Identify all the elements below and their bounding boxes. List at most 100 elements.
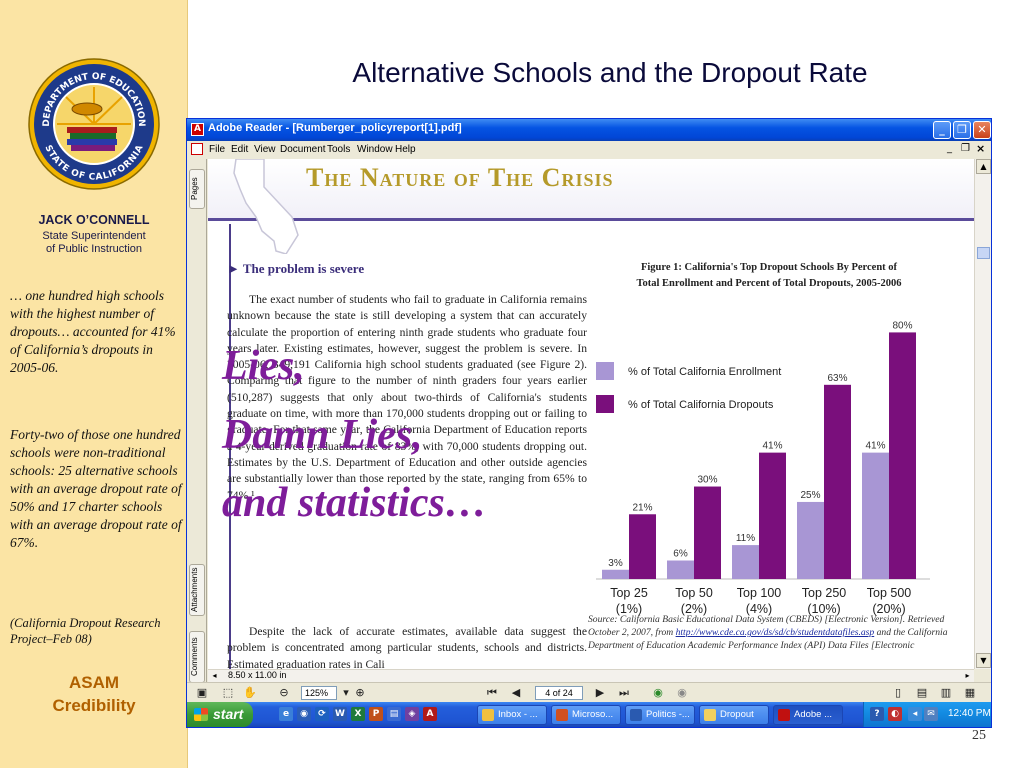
zoom-level-field[interactable]: 125% (301, 686, 337, 700)
menu-file[interactable]: File (209, 144, 225, 155)
sidebar-citation: (California Dropout Research Project–Feb… (10, 616, 161, 646)
zoom-out-icon[interactable]: ⊖ (277, 686, 291, 700)
document-close-icon[interactable]: × (976, 142, 985, 155)
data-label-dropouts-1: 30% (697, 475, 717, 486)
document-minimize-icon[interactable]: _ (947, 143, 952, 154)
page-number-field[interactable]: 4 of 24 (535, 686, 583, 700)
security-tray-icon[interactable]: ◐ (888, 707, 902, 721)
overlay-text-lies: Lies, (222, 343, 305, 389)
page-header-title: The Nature of The Crisis (306, 163, 614, 192)
vertical-scrollbar[interactable]: ▲ ▼ (974, 159, 991, 669)
section-heading-text: The problem is severe (242, 261, 365, 276)
go-forward-icon[interactable]: ◉ (675, 686, 689, 700)
taskbar-microsoft[interactable]: Microso... (551, 705, 621, 725)
taskbar-politics[interactable]: Politics -... (625, 705, 695, 725)
adobe-window-icon (778, 709, 790, 721)
go-back-icon[interactable]: ◉ (651, 686, 665, 700)
document-view[interactable]: The Nature of The Crisis ► The problem i… (208, 159, 974, 669)
tab-comments[interactable]: Comments (189, 631, 205, 683)
menu-tools[interactable]: Tools (327, 144, 350, 155)
zoom-dropdown-icon[interactable]: ▾ (339, 686, 353, 700)
system-tray: ? ◐ ◂ ✉ 12:40 PM (863, 702, 991, 727)
menu-edit[interactable]: Edit (231, 144, 248, 155)
scroll-up-icon[interactable]: ▲ (976, 159, 991, 174)
taskbar-dropout[interactable]: Dropout (699, 705, 769, 725)
restore-icon[interactable]: ❐ (953, 121, 971, 139)
superintendent-name: JACK O’CONNELL (38, 213, 150, 227)
select-tool-icon[interactable]: ⬚ (221, 686, 235, 700)
section-arrow-icon: ► (227, 261, 240, 276)
minimize-icon[interactable]: _ (933, 121, 951, 139)
continuous-view-icon[interactable]: ▤ (915, 686, 929, 700)
data-label-dropouts-4: 80% (892, 320, 912, 331)
navigation-pane-icon[interactable]: ▣ (195, 686, 209, 700)
word-icon[interactable]: W (333, 707, 347, 721)
menu-document[interactable]: Document (280, 144, 326, 155)
start-button[interactable]: start (187, 702, 253, 727)
credibility-label: Credibility (52, 696, 136, 715)
close-icon[interactable]: ✕ (973, 121, 991, 139)
navigation-pane: Pages Attachments Comments (187, 159, 207, 691)
legend-swatch-0 (596, 362, 614, 380)
source-link[interactable]: http://www.cde.ca.gov/ds/sd/cb/studentda… (676, 627, 875, 638)
scroll-right-icon[interactable]: ▸ (961, 670, 974, 682)
bar-enrollment-1 (667, 560, 694, 579)
document-restore-icon[interactable]: ❐ (961, 143, 970, 154)
scroll-down-icon[interactable]: ▼ (976, 653, 991, 668)
bar-enrollment-2 (732, 545, 759, 579)
hand-tool-icon[interactable]: ✋ (243, 686, 257, 700)
window-titlebar[interactable]: A Adobe Reader - [Rumberger_policyreport… (187, 119, 991, 141)
tab-attachments[interactable]: Attachments (189, 564, 205, 616)
internet-explorer-icon[interactable]: e (279, 707, 293, 721)
scroll-thumb[interactable] (977, 247, 990, 259)
taskbar-inbox[interactable]: Inbox - ... (477, 705, 547, 725)
bar-dropouts-0 (629, 514, 656, 579)
category-label-2-0: Top 100 (737, 586, 782, 600)
sidebar-quote-1: … one hundred high schools with the high… (10, 288, 176, 375)
windows-logo-icon (194, 708, 208, 721)
category-label-1-0: Top 50 (675, 586, 713, 600)
horizontal-scrollbar[interactable]: ◂ 8.50 x 11.00 in ▸ (208, 669, 974, 682)
folder-quicklaunch-icon[interactable]: ▤ (387, 707, 401, 721)
bar-enrollment-0 (602, 569, 629, 579)
status-toolbar: ▣ ⬚ ✋ ⊖ 125% ▾ ⊕ ⏮ ◀ 4 of 24 ▶ ⏭ ◉ ◉ ▯ ▤… (187, 682, 991, 702)
bar-enrollment-3 (797, 501, 824, 579)
menu-window[interactable]: Window (357, 144, 393, 155)
first-page-icon[interactable]: ⏮ (485, 686, 499, 700)
facing-view-icon[interactable]: ▥ (939, 686, 953, 700)
powerpoint-icon[interactable]: P (369, 707, 383, 721)
data-label-enrollment-1: 6% (673, 549, 688, 560)
sidebar-quote-2: Forty-two of those one hundred schools w… (10, 427, 182, 550)
pdf-document-icon[interactable] (191, 143, 203, 155)
menu-view[interactable]: View (254, 144, 276, 155)
firefox-icon[interactable]: ◉ (297, 707, 311, 721)
superintendent-title-line1: State Superintendent (42, 230, 146, 242)
tab-pages[interactable]: Pages (189, 169, 205, 209)
legend-label-1: % of Total California Dropouts (628, 399, 774, 411)
media-icon[interactable]: ◈ (405, 707, 419, 721)
continuous-facing-icon[interactable]: ▦ (963, 686, 977, 700)
outlook-inbox-icon (482, 709, 494, 721)
network-tray-icon[interactable]: ◂ (908, 707, 922, 721)
help-tray-icon[interactable]: ? (870, 707, 884, 721)
slide-title: Alternative Schools and the Dropout Rate (352, 57, 868, 88)
acrobat-quicklaunch-icon[interactable]: A (423, 707, 437, 721)
next-page-icon[interactable]: ▶ (593, 686, 607, 700)
outlook-icon[interactable]: ⟳ (315, 707, 329, 721)
previous-page-icon[interactable]: ◀ (509, 686, 523, 700)
taskbar-adobe[interactable]: Adobe ... (773, 705, 843, 725)
figure-source-note: Source: California Basic Educational Dat… (588, 613, 958, 652)
data-label-enrollment-0: 3% (608, 558, 623, 569)
data-label-dropouts-3: 63% (827, 373, 847, 384)
folder-window-icon (704, 709, 716, 721)
last-page-icon[interactable]: ⏭ (617, 686, 631, 700)
scroll-left-icon[interactable]: ◂ (208, 670, 221, 682)
bar-dropouts-3 (824, 384, 851, 579)
data-label-enrollment-4: 41% (865, 441, 885, 452)
menu-help[interactable]: Help (395, 144, 416, 155)
zoom-in-icon[interactable]: ⊕ (353, 686, 367, 700)
mail-tray-icon[interactable]: ✉ (924, 707, 938, 721)
superintendent-title-line2: of Public Instruction (46, 243, 142, 255)
single-page-view-icon[interactable]: ▯ (891, 686, 905, 700)
excel-icon[interactable]: X (351, 707, 365, 721)
